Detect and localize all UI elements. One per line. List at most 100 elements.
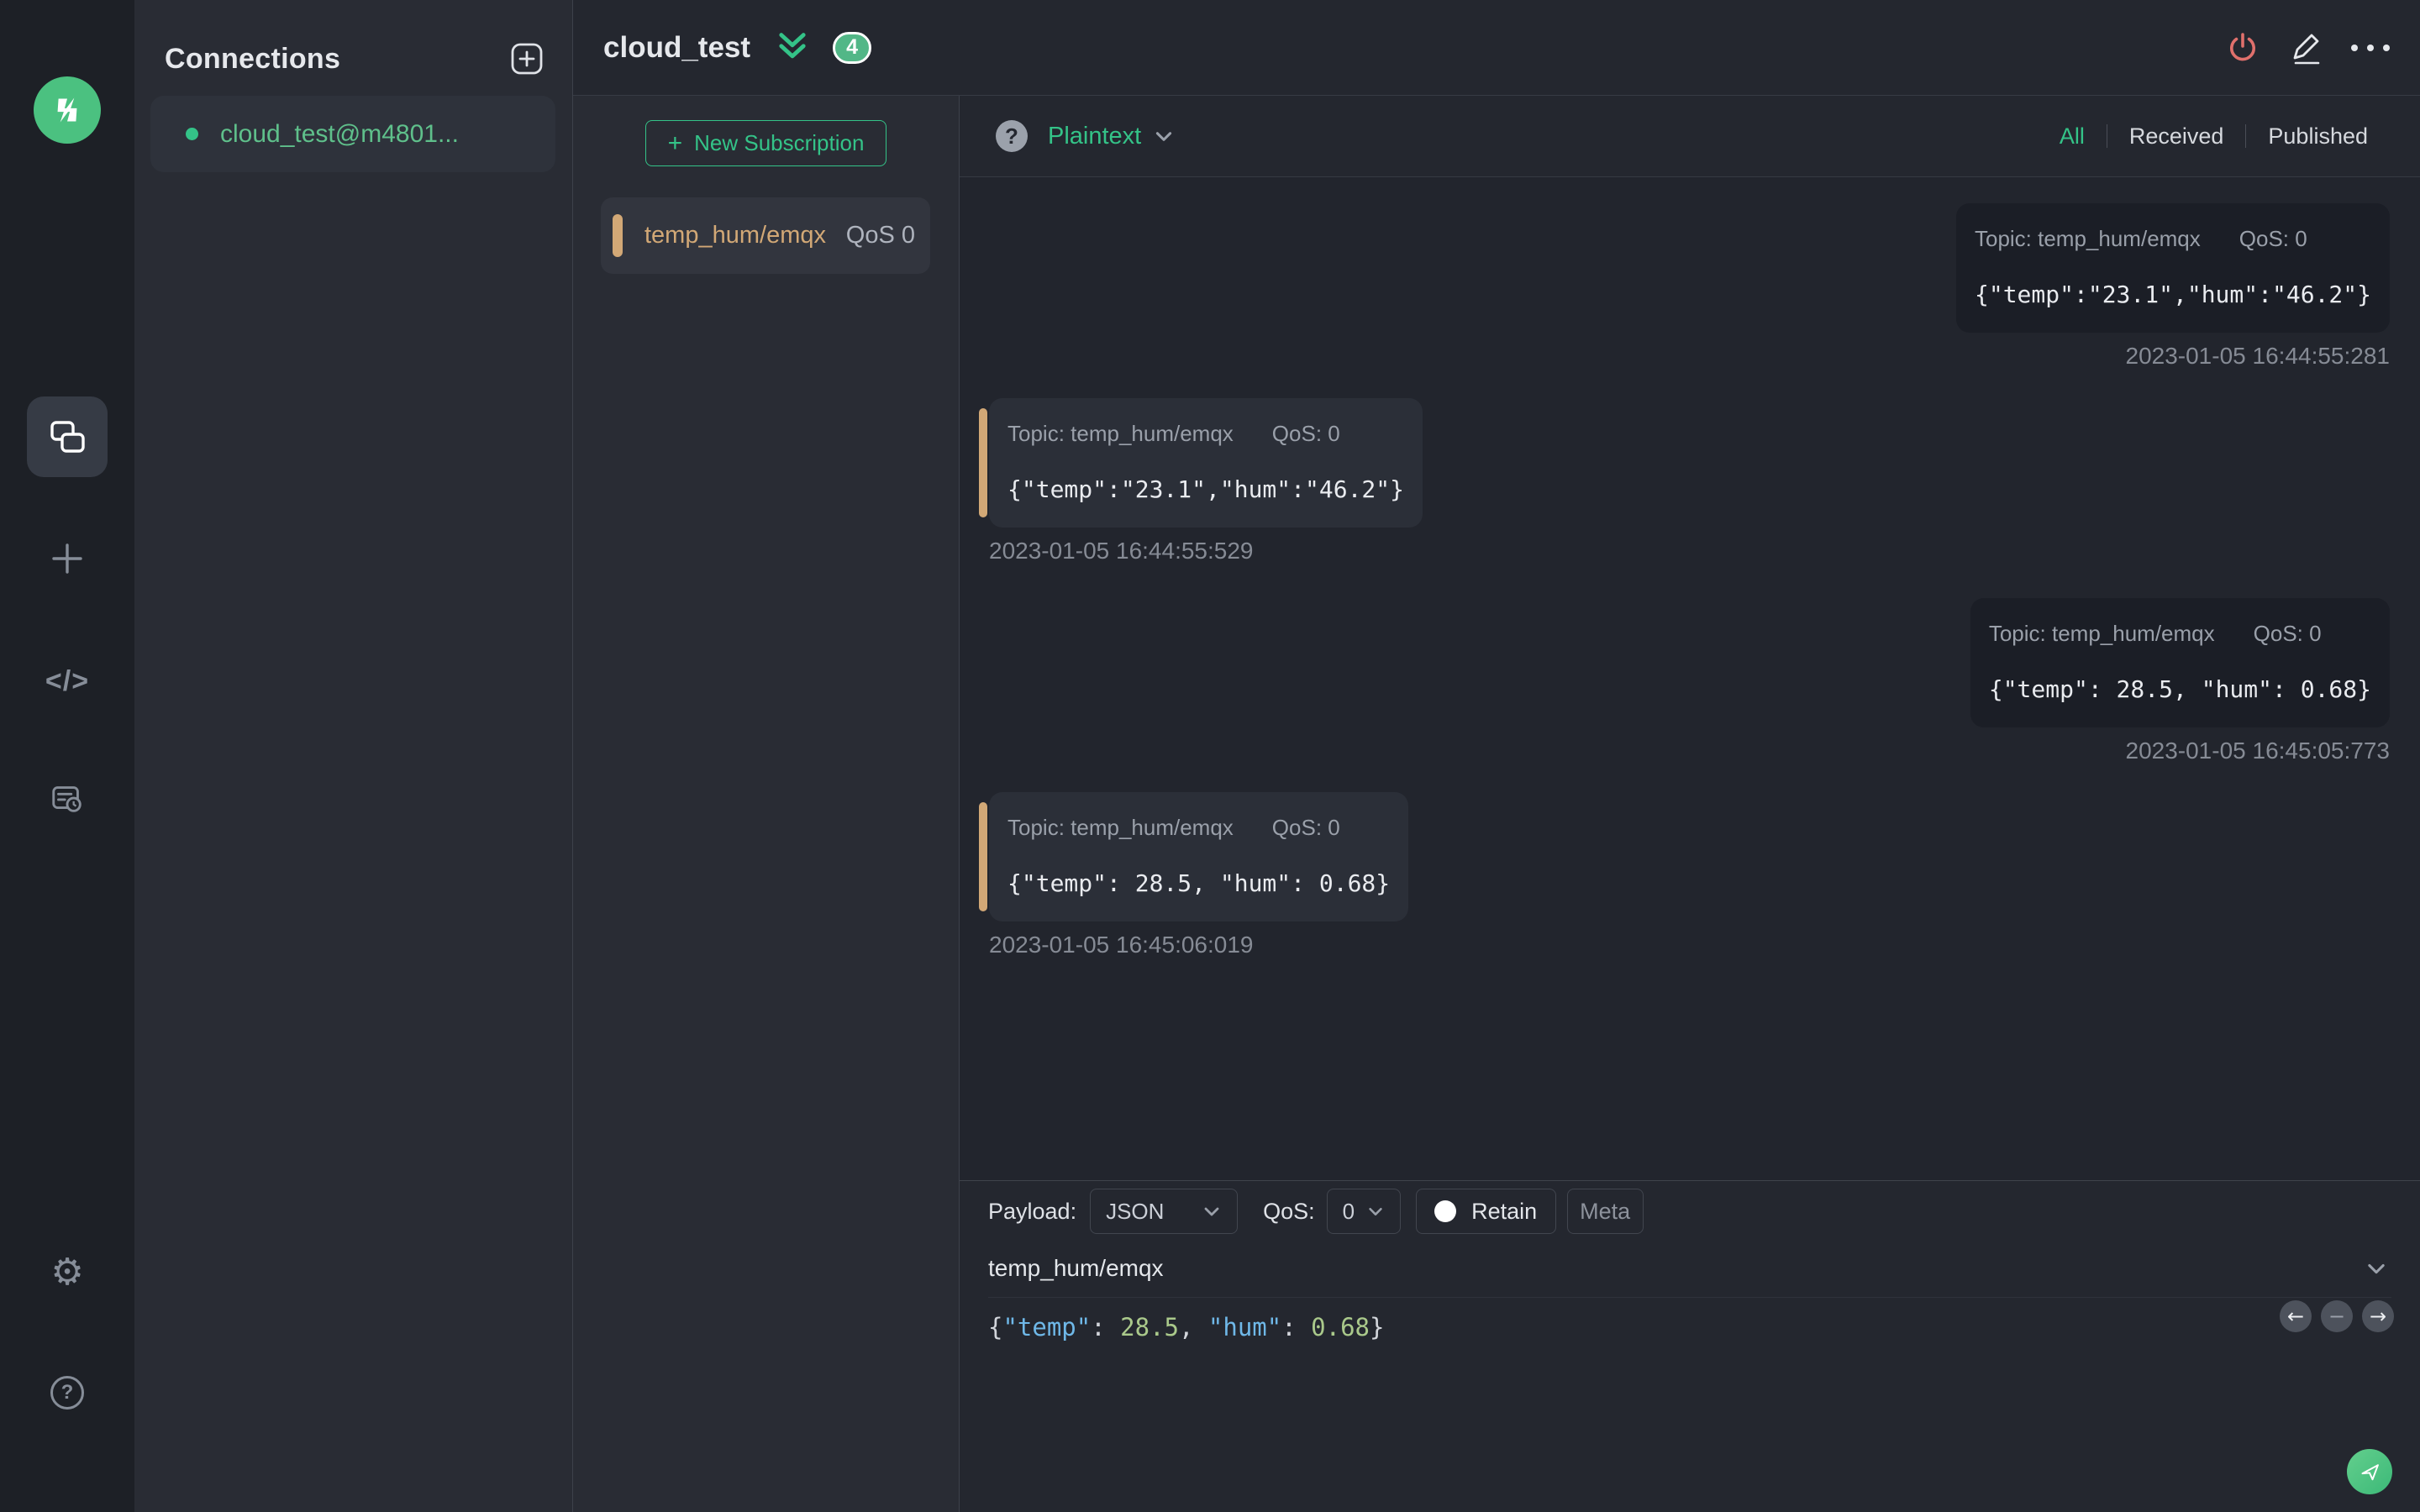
message-payload: {"temp":"23.1","hum":"46.2"}	[1007, 475, 1405, 503]
subscription-topic: temp_hum/emqx	[644, 222, 826, 249]
publish-topic-input[interactable]: temp_hum/emqx	[988, 1255, 1164, 1282]
payload-format-help-icon[interactable]: ?	[996, 120, 1028, 152]
message-payload: {"temp": 28.5, "hum": 0.68}	[1007, 869, 1391, 897]
history-next-button[interactable]: →	[2362, 1300, 2394, 1332]
qos-select[interactable]: 0	[1326, 1189, 1401, 1234]
plus-icon: +	[667, 129, 683, 157]
settings-gear-icon: ⚙	[50, 1251, 84, 1294]
publish-topic-row: temp_hum/emqx	[988, 1245, 2391, 1298]
qos-value: 0	[1342, 1198, 1355, 1224]
message-qos: QoS: 0	[2238, 226, 2307, 251]
history-prev-button[interactable]: ←	[2280, 1300, 2312, 1332]
publish-panel: Payload: JSON QoS: 0 Retain Meta temp_hu…	[960, 1180, 2420, 1512]
payload-editor[interactable]: {"temp": 28.5, "hum": 0.68}	[988, 1313, 2391, 1341]
connection-title: cloud_test	[603, 30, 751, 64]
mqttx-logo	[34, 76, 101, 144]
message-published: Topic: temp_hum/emqx QoS: 0 {"temp":"23.…	[979, 203, 2390, 370]
collapse-editor-chevron-icon[interactable]	[2365, 1257, 2388, 1280]
message-bubble[interactable]: Topic: temp_hum/emqx QoS: 0 {"temp": 28.…	[1970, 598, 2390, 727]
connection-list-item[interactable]: cloud_test@m4801...	[150, 96, 555, 172]
message-filters: All Received Published	[2038, 123, 2390, 150]
message-timestamp: 2023-01-05 16:45:06:019	[989, 932, 1254, 958]
retain-label: Retain	[1471, 1198, 1538, 1224]
payload-label: Payload:	[988, 1198, 1077, 1224]
meta-button[interactable]: Meta	[1566, 1189, 1644, 1234]
message-timestamp: 2023-01-05 16:44:55:529	[989, 538, 1254, 564]
edit-connection-button[interactable]	[2287, 29, 2326, 67]
more-options-button[interactable]	[2351, 29, 2390, 67]
connection-name: cloud_test@m4801...	[220, 119, 459, 148]
history-indicator-button[interactable]: −	[2321, 1300, 2353, 1332]
retain-toggle[interactable]: Retain	[1415, 1189, 1556, 1234]
editor-token: :	[1091, 1313, 1121, 1341]
connections-title: Connections	[165, 42, 341, 75]
message-topic: Topic: temp_hum/emqx	[1988, 621, 2215, 646]
nav-script-button[interactable]: </>	[40, 663, 94, 700]
send-button[interactable]	[2347, 1449, 2392, 1494]
mqttx-logo-glyph	[57, 97, 77, 123]
message-timestamp: 2023-01-05 16:45:05:773	[2125, 738, 2391, 764]
editor-token: "hum"	[1207, 1313, 1282, 1341]
message-list[interactable]: Topic: temp_hum/emqx QoS: 0 {"temp":"23.…	[960, 177, 2420, 1180]
message-accent-bar	[979, 802, 987, 911]
chevron-down-icon	[1204, 1207, 1219, 1216]
meta-label: Meta	[1580, 1198, 1631, 1224]
disconnect-button[interactable]	[2223, 29, 2262, 67]
header-actions	[2223, 29, 2390, 67]
message-bubble[interactable]: Topic: temp_hum/emqx QoS: 0 {"temp": 28.…	[989, 792, 1409, 921]
code-icon: </>	[45, 664, 90, 697]
message-format-value: Plaintext	[1048, 122, 1142, 150]
message-bubble[interactable]: Topic: temp_hum/emqx QoS: 0 {"temp":"23.…	[989, 398, 1423, 528]
nav-help-button[interactable]: ?	[50, 1376, 84, 1410]
message-payload: {"temp":"23.1","hum":"46.2"}	[1974, 281, 2371, 308]
add-connection-button[interactable]	[510, 42, 544, 76]
connections-panel: Connections cloud_test@m4801...	[134, 0, 573, 1512]
left-rail: </> ⚙ ?	[0, 0, 134, 1512]
message-topic: Topic: temp_hum/emqx	[1007, 421, 1234, 446]
subscription-item[interactable]: temp_hum/emqx QoS 0	[601, 197, 930, 274]
filter-all[interactable]: All	[2038, 123, 2107, 150]
connections-icon	[50, 421, 85, 453]
message-bubble[interactable]: Topic: temp_hum/emqx QoS: 0 {"temp":"23.…	[1955, 203, 2390, 333]
subscription-color-bar	[613, 214, 623, 257]
content-row: + New Subscription temp_hum/emqx QoS 0 ?…	[573, 96, 2420, 1512]
message-qos: QoS: 0	[2253, 621, 2322, 646]
chevron-down-icon	[1156, 132, 1172, 141]
pencil-icon	[2293, 34, 2320, 64]
arrow-left-icon: ←	[2286, 1305, 2305, 1328]
nav-settings-button[interactable]: ⚙	[49, 1254, 86, 1291]
subscription-qos: QoS 0	[845, 222, 915, 249]
message-topic: Topic: temp_hum/emqx	[1007, 815, 1234, 840]
payload-format-value: JSON	[1106, 1198, 1165, 1224]
message-published: Topic: temp_hum/emqx QoS: 0 {"temp": 28.…	[979, 598, 2390, 764]
retain-indicator-dot	[1434, 1200, 1457, 1222]
filter-published[interactable]: Published	[2246, 123, 2390, 150]
editor-token: 0.68	[1311, 1313, 1370, 1341]
ellipsis-icon	[2351, 44, 2390, 51]
help-icon: ?	[60, 1381, 74, 1404]
publish-options-row: Payload: JSON QoS: 0 Retain Meta	[988, 1189, 2391, 1234]
collapse-double-chevron-icon[interactable]	[774, 31, 811, 65]
unread-count-badge: 4	[833, 31, 872, 64]
payload-format-select[interactable]: JSON	[1090, 1189, 1239, 1234]
paper-plane-icon	[2361, 1464, 2379, 1481]
dash-icon: −	[2328, 1305, 2346, 1328]
filter-received[interactable]: Received	[2107, 123, 2246, 150]
message-format-select[interactable]: Plaintext	[1048, 123, 1175, 150]
connections-header: Connections	[134, 0, 572, 76]
connection-status-dot	[186, 128, 198, 140]
nav-new-connection-button[interactable]	[49, 540, 86, 577]
messages-pane: ? Plaintext All Received Published Topic…	[960, 96, 2420, 1512]
new-subscription-button[interactable]: + New Subscription	[645, 120, 886, 166]
message-timestamp: 2023-01-05 16:44:55:281	[2125, 343, 2391, 369]
nav-log-button[interactable]	[49, 780, 86, 817]
log-icon	[52, 786, 82, 812]
nav-connections-button[interactable]	[27, 396, 108, 477]
chevron-down-icon	[1368, 1207, 1382, 1215]
editor-token: }	[1370, 1313, 1385, 1341]
question-glyph: ?	[1005, 123, 1018, 149]
message-topic: Topic: temp_hum/emqx	[1974, 226, 2201, 251]
message-payload: {"temp": 28.5, "hum": 0.68}	[1988, 675, 2371, 703]
arrow-right-icon: →	[2369, 1305, 2387, 1328]
editor-token: ,	[1179, 1313, 1208, 1341]
